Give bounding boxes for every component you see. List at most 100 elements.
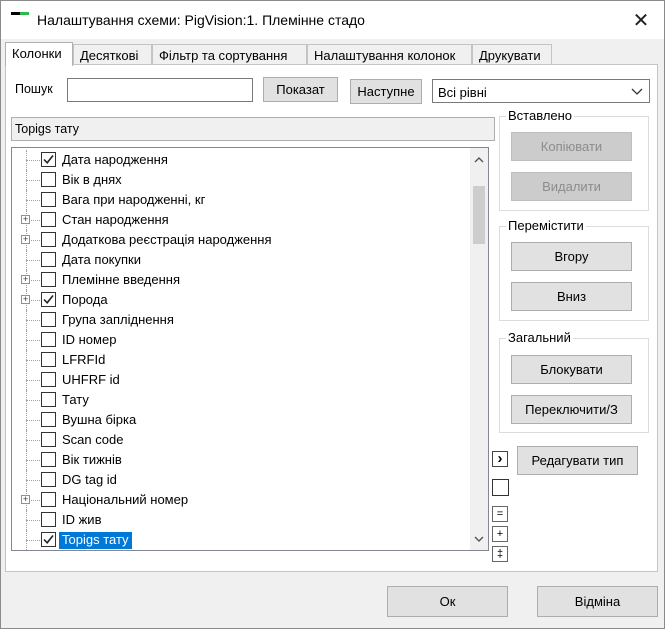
checkbox-toggle[interactable] (492, 479, 509, 496)
tree-connector (26, 380, 40, 381)
tree-row[interactable]: + Стан народження (12, 210, 470, 230)
tree-row[interactable]: UHFRF id (12, 370, 470, 390)
row-checkbox[interactable] (41, 372, 56, 387)
tree-row[interactable]: + Порода (12, 290, 470, 310)
row-checkbox[interactable] (41, 172, 56, 187)
column-tree[interactable]: Дата народження Вік в днях Вага при народж… (11, 147, 489, 551)
tree-row-label: UHFRF id (62, 372, 120, 387)
tree-row[interactable]: LFRFId (12, 350, 470, 370)
row-checkbox[interactable] (41, 252, 56, 267)
app-icon (11, 12, 29, 24)
row-checkbox[interactable] (41, 532, 56, 547)
tree-header: Topigs тату (11, 117, 495, 141)
ok-button[interactable]: Ок (387, 586, 508, 617)
tree-row[interactable]: Вік тижнів (12, 450, 470, 470)
tree-row[interactable]: Вушна бірка (12, 410, 470, 430)
expand-all-button[interactable]: ‡ (492, 546, 508, 562)
lock-button[interactable]: Блокувати (511, 355, 632, 384)
tree-row[interactable]: Група запліднення (12, 310, 470, 330)
tree-row[interactable]: ID жив (12, 510, 470, 530)
edit-type-button[interactable]: Редагувати тип (517, 446, 638, 475)
show-button[interactable]: Показат (263, 77, 338, 102)
tree-connector (26, 420, 40, 421)
row-checkbox[interactable] (41, 212, 56, 227)
scroll-thumb[interactable] (473, 186, 485, 244)
tab-columns[interactable]: Колонки (5, 42, 73, 66)
row-checkbox[interactable] (41, 432, 56, 447)
row-checkbox[interactable] (41, 272, 56, 287)
expand-icon[interactable]: + (21, 295, 30, 304)
double-dagger-icon: ‡ (496, 548, 504, 560)
level-select[interactable]: Всі рівні (432, 79, 650, 103)
tree-row[interactable]: Scan code (12, 430, 470, 450)
move-down-button[interactable]: Вниз (511, 282, 632, 311)
row-checkbox[interactable] (41, 412, 56, 427)
scroll-down-button[interactable] (470, 530, 488, 548)
tree-connector (26, 480, 40, 481)
window-title: Налаштування схеми: PigVision:1. Племінн… (37, 12, 365, 28)
expand-icon[interactable]: + (21, 275, 30, 284)
columns-panel: Пошук Показат Наступне Всі рівні Topigs … (5, 64, 658, 572)
tree-scrollbar[interactable] (470, 148, 488, 550)
collapse-button[interactable]: = (492, 506, 508, 522)
tree-row[interactable]: Вік в днях (12, 170, 470, 190)
tree-row[interactable]: ID номер (12, 330, 470, 350)
next-button[interactable]: Наступне (350, 79, 422, 104)
search-input[interactable] (67, 78, 253, 102)
row-checkbox[interactable] (41, 152, 56, 167)
tree-row[interactable]: DG tag id (12, 470, 470, 490)
settings-dialog: Налаштування схеми: PigVision:1. Племінн… (0, 0, 665, 629)
row-checkbox[interactable] (41, 472, 56, 487)
tree-row[interactable]: + Національний номер (12, 490, 470, 510)
expand-icon[interactable]: + (21, 495, 30, 504)
tab-decimals[interactable]: Десяткові (73, 44, 152, 65)
tree-row[interactable]: + Племінне введення (12, 270, 470, 290)
chevron-up-icon (474, 156, 484, 162)
tree-row[interactable]: + Додаткова реєстрація народження (12, 230, 470, 250)
chevron-down-icon (631, 88, 643, 95)
move-group-title: Перемістити (506, 218, 586, 233)
row-checkbox[interactable] (41, 232, 56, 247)
copy-button[interactable]: Копіювати (511, 132, 632, 161)
tab-column-settings[interactable]: Налаштування колонок (307, 44, 472, 65)
row-checkbox[interactable] (41, 512, 56, 527)
row-checkbox[interactable] (41, 292, 56, 307)
row-checkbox[interactable] (41, 352, 56, 367)
tab-filter-sort[interactable]: Фільтр та сортування (152, 44, 307, 65)
tree-row-label: Вага при народженні, кг (62, 192, 206, 207)
tree-connector (26, 340, 40, 341)
equals-icon: = (496, 508, 504, 520)
row-checkbox[interactable] (41, 332, 56, 347)
delete-button[interactable]: Видалити (511, 172, 632, 201)
tree-row[interactable]: Вага при народженні, кг (12, 190, 470, 210)
tree-row[interactable]: Topigs тату (12, 530, 470, 550)
tree-row-label: Тату (62, 392, 89, 407)
switch-button[interactable]: Переключити/З (511, 395, 632, 424)
expand-button[interactable]: + (492, 526, 508, 542)
tree-row[interactable]: Тату (12, 390, 470, 410)
row-checkbox[interactable] (41, 492, 56, 507)
close-button[interactable]: ✕ (628, 7, 654, 33)
scroll-up-button[interactable] (470, 150, 488, 168)
chevron-down-icon (474, 536, 484, 542)
tree-row-label: ID номер (62, 332, 117, 347)
tree-connector (26, 540, 40, 541)
tree-row[interactable]: Дата покупки (12, 250, 470, 270)
tree-row-label: Вік в днях (62, 172, 122, 187)
row-checkbox[interactable] (41, 452, 56, 467)
plus-icon: + (496, 528, 504, 540)
cancel-button[interactable]: Відміна (537, 586, 658, 617)
row-checkbox[interactable] (41, 392, 56, 407)
tree-row-label: Topigs тату (59, 532, 132, 549)
inserted-group: Вставлено Копіювати Видалити (499, 108, 649, 211)
add-column-button[interactable]: › (492, 451, 508, 467)
row-checkbox[interactable] (41, 312, 56, 327)
expand-icon[interactable]: + (21, 215, 30, 224)
tree-row-label: Дата покупки (62, 252, 141, 267)
tree-row[interactable]: Дата народження (12, 150, 470, 170)
general-group: Загальний Блокувати Переключити/З (499, 330, 649, 433)
row-checkbox[interactable] (41, 192, 56, 207)
tab-print[interactable]: Друкувати (472, 44, 552, 65)
expand-icon[interactable]: + (21, 235, 30, 244)
move-up-button[interactable]: Вгору (511, 242, 632, 271)
